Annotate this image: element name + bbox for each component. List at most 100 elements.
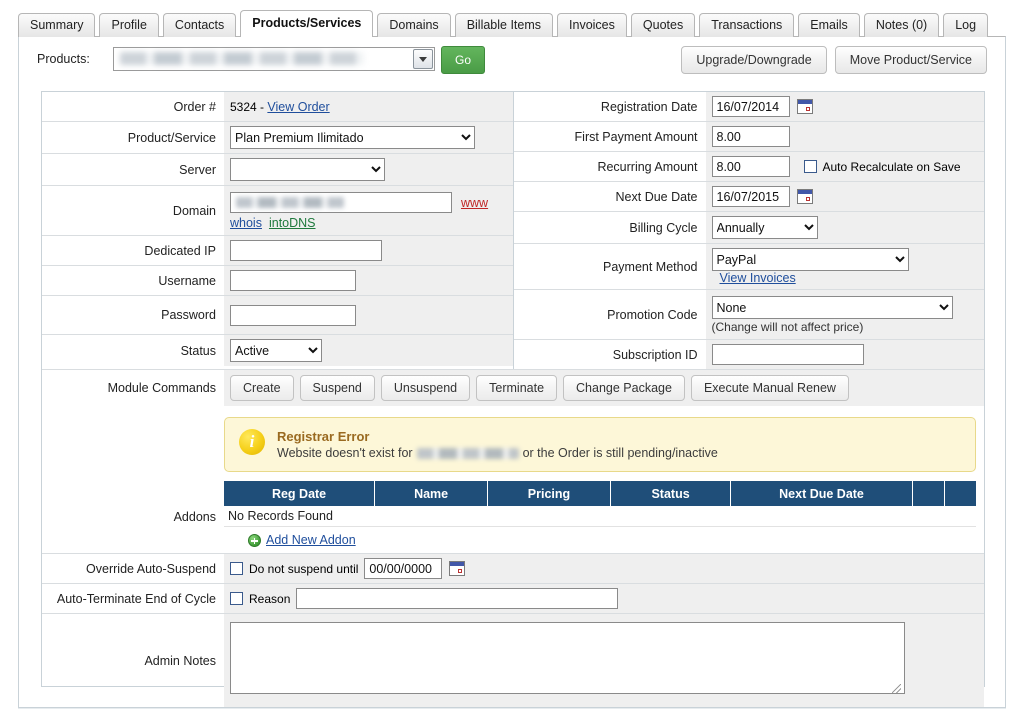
tab-invoices[interactable]: Invoices bbox=[557, 13, 627, 37]
view-order-link[interactable]: View Order bbox=[267, 100, 329, 114]
domain-label: Domain bbox=[172, 203, 216, 218]
addons-header-row: Reg Date Name Pricing Status Next Due Da… bbox=[224, 481, 976, 506]
add-new-addon-link[interactable]: Add New Addon bbox=[266, 533, 356, 547]
plus-circle-icon bbox=[248, 534, 261, 548]
order-value-cell: 5324 - View Order bbox=[224, 92, 513, 121]
go-button[interactable]: Go bbox=[441, 46, 485, 74]
tab-contacts[interactable]: Contacts bbox=[162, 13, 237, 37]
payment-method-cell: PayPal View Invoices bbox=[705, 244, 984, 289]
tab-products-services[interactable]: Products/Services bbox=[240, 10, 374, 37]
change-package-button[interactable]: Change Package bbox=[563, 375, 685, 401]
tab-label: Summary bbox=[30, 18, 84, 32]
products-label: Products: bbox=[37, 52, 90, 66]
promotion-code-select[interactable]: None bbox=[711, 296, 953, 319]
move-product-service-button[interactable]: Move Product/Service bbox=[834, 46, 987, 74]
dedicated-ip-input[interactable] bbox=[230, 240, 382, 261]
alert-title: Registrar Error bbox=[277, 429, 370, 444]
row-server: Server bbox=[42, 154, 513, 186]
auto-recalculate-label: Auto Recalculate on Save bbox=[822, 159, 961, 174]
row-promotion-code: Promotion Code None (Change will not aff… bbox=[513, 290, 984, 340]
products-select[interactable] bbox=[113, 47, 435, 71]
product-service-label: Product/Service bbox=[127, 130, 216, 145]
suspend-button[interactable]: Suspend bbox=[299, 375, 375, 401]
promotion-code-label: Promotion Code bbox=[607, 307, 698, 322]
row-override-auto-suspend: Override Auto-Suspend Do not suspend unt… bbox=[42, 553, 984, 584]
calendar-icon[interactable] bbox=[796, 99, 813, 114]
row-addons: Addons Reg Date Name Pricing Status Next… bbox=[42, 481, 984, 554]
password-label: Password bbox=[161, 308, 216, 322]
intodns-link[interactable]: intoDNS bbox=[269, 216, 316, 230]
override-checkbox-label: Do not suspend until bbox=[249, 561, 359, 576]
password-input[interactable] bbox=[230, 304, 356, 326]
product-service-select[interactable]: Plan Premium Ilimitado bbox=[230, 126, 475, 149]
tab-label: Products/Services bbox=[252, 16, 362, 30]
toolbar-actions: Upgrade/Downgrade Move Product/Service bbox=[681, 46, 987, 74]
tab-quotes[interactable]: Quotes bbox=[630, 13, 696, 37]
server-select[interactable] bbox=[230, 158, 385, 181]
auto-recalculate-checkbox[interactable] bbox=[803, 160, 817, 173]
unsuspend-button[interactable]: Unsuspend bbox=[380, 375, 471, 401]
registrar-error-cell: i Registrar Error Website doesn't exist … bbox=[224, 406, 984, 481]
addons-col-pricing: Pricing bbox=[487, 481, 611, 506]
row-username: Username bbox=[42, 266, 513, 296]
right-column: Registration Date First Payment Amount R… bbox=[513, 92, 984, 369]
server-label: Server bbox=[179, 162, 216, 177]
first-payment-label: First Payment Amount bbox=[574, 129, 698, 144]
tab-transactions[interactable]: Transactions bbox=[699, 13, 795, 37]
execute-manual-renew-button[interactable]: Execute Manual Renew bbox=[690, 375, 849, 401]
next-due-date-label: Next Due Date bbox=[615, 189, 698, 204]
payment-method-select[interactable]: PayPal bbox=[711, 248, 909, 271]
first-payment-input[interactable] bbox=[711, 126, 790, 147]
alert-body: Website doesn't exist for or the Order i… bbox=[277, 446, 961, 460]
tab-notes[interactable]: Notes (0) bbox=[863, 13, 940, 37]
first-payment-cell bbox=[705, 122, 984, 151]
server-cell bbox=[224, 154, 513, 185]
tab-label: Profile bbox=[111, 18, 147, 32]
view-invoices-link[interactable]: View Invoices bbox=[720, 271, 796, 285]
upgrade-downgrade-button[interactable]: Upgrade/Downgrade bbox=[681, 46, 827, 74]
whois-link[interactable]: whois bbox=[230, 216, 262, 230]
username-input[interactable] bbox=[230, 270, 356, 291]
order-number: 5324 - bbox=[230, 99, 265, 114]
auto-terminate-cell: Reason bbox=[224, 584, 984, 614]
override-auto-suspend-cell: Do not suspend until bbox=[224, 554, 984, 584]
registration-date-cell bbox=[705, 92, 984, 121]
tab-emails[interactable]: Emails bbox=[798, 13, 860, 37]
tab-profile[interactable]: Profile bbox=[99, 13, 159, 37]
recurring-amount-input[interactable] bbox=[711, 156, 790, 177]
status-cell: Active bbox=[224, 335, 513, 366]
recurring-amount-label: Recurring Amount bbox=[597, 159, 698, 174]
billing-cycle-select[interactable]: Annually bbox=[711, 216, 818, 239]
calendar-icon[interactable] bbox=[796, 189, 813, 204]
row-payment-method: Payment Method PayPal View Invoices bbox=[513, 244, 984, 290]
auto-terminate-checkbox[interactable] bbox=[230, 592, 243, 606]
www-link[interactable]: www bbox=[461, 196, 488, 210]
auto-terminate-reason-label: Reason bbox=[249, 591, 291, 606]
registration-date-input[interactable] bbox=[711, 96, 790, 117]
tab-label: Notes (0) bbox=[875, 18, 928, 32]
admin-notes-textarea[interactable] bbox=[230, 622, 905, 695]
tab-log[interactable]: Log bbox=[943, 13, 989, 37]
next-due-date-cell bbox=[705, 182, 984, 211]
auto-terminate-reason-input[interactable] bbox=[296, 588, 619, 610]
override-auto-suspend-checkbox[interactable] bbox=[230, 562, 243, 576]
tab-label: Log bbox=[955, 18, 977, 32]
domain-cell: www whois intoDNS bbox=[224, 186, 513, 235]
tab-summary[interactable]: Summary bbox=[18, 13, 96, 37]
password-cell bbox=[224, 296, 513, 334]
payment-method-label: Payment Method bbox=[603, 259, 698, 274]
addons-col-name: Name bbox=[374, 481, 489, 506]
addons-cell: Reg Date Name Pricing Status Next Due Da… bbox=[224, 481, 984, 554]
subscription-id-input[interactable] bbox=[711, 344, 864, 365]
row-password: Password bbox=[42, 296, 513, 335]
tab-billable-items[interactable]: Billable Items bbox=[454, 13, 554, 37]
terminate-button[interactable]: Terminate bbox=[476, 375, 558, 401]
calendar-icon[interactable] bbox=[449, 561, 466, 577]
create-button[interactable]: Create bbox=[230, 375, 294, 401]
registration-date-label: Registration Date bbox=[600, 99, 698, 114]
status-select[interactable]: Active bbox=[230, 339, 322, 362]
do-not-suspend-until-input[interactable] bbox=[364, 558, 443, 580]
next-due-date-input[interactable] bbox=[711, 186, 790, 207]
row-domain: Domain www whois intoDNS bbox=[42, 186, 513, 236]
tab-domains[interactable]: Domains bbox=[377, 13, 451, 37]
